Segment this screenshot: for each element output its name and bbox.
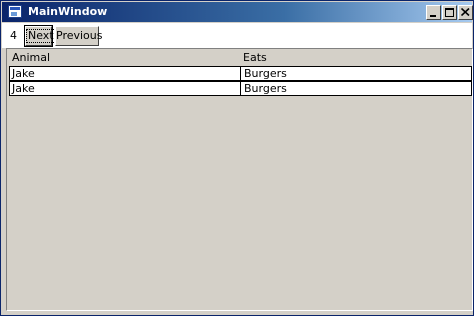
- cell-animal[interactable]: Jake: [10, 82, 241, 95]
- grid-header: Animal Eats: [7, 49, 472, 66]
- previous-button[interactable]: Previous: [55, 26, 103, 46]
- window-title: MainWindow: [28, 5, 108, 18]
- minimize-button[interactable]: [426, 5, 441, 20]
- toolbar: 4 Next Previous: [2, 23, 472, 48]
- cell-eats[interactable]: Burgers: [242, 82, 471, 95]
- table-row[interactable]: Jake Burgers: [9, 66, 472, 81]
- title-bar[interactable]: MainWindow: [2, 2, 473, 22]
- column-header-eats[interactable]: Eats: [243, 51, 267, 64]
- close-button[interactable]: [458, 5, 473, 20]
- column-header-animal[interactable]: Animal: [12, 51, 50, 64]
- maximize-button[interactable]: [442, 5, 457, 20]
- next-button-label: Next: [26, 29, 56, 43]
- data-grid[interactable]: Animal Eats Jake Burgers Jake Burgers: [6, 48, 473, 311]
- close-icon: [461, 8, 470, 16]
- next-button[interactable]: Next: [24, 25, 56, 47]
- app-window-icon[interactable]: [8, 5, 22, 18]
- cell-animal[interactable]: Jake: [10, 67, 241, 80]
- main-window: MainWindow 4 Next Previous Animal Eats J…: [0, 0, 474, 316]
- record-counter: 4: [10, 29, 17, 42]
- cell-eats[interactable]: Burgers: [242, 67, 471, 80]
- table-row[interactable]: Jake Burgers: [9, 81, 472, 96]
